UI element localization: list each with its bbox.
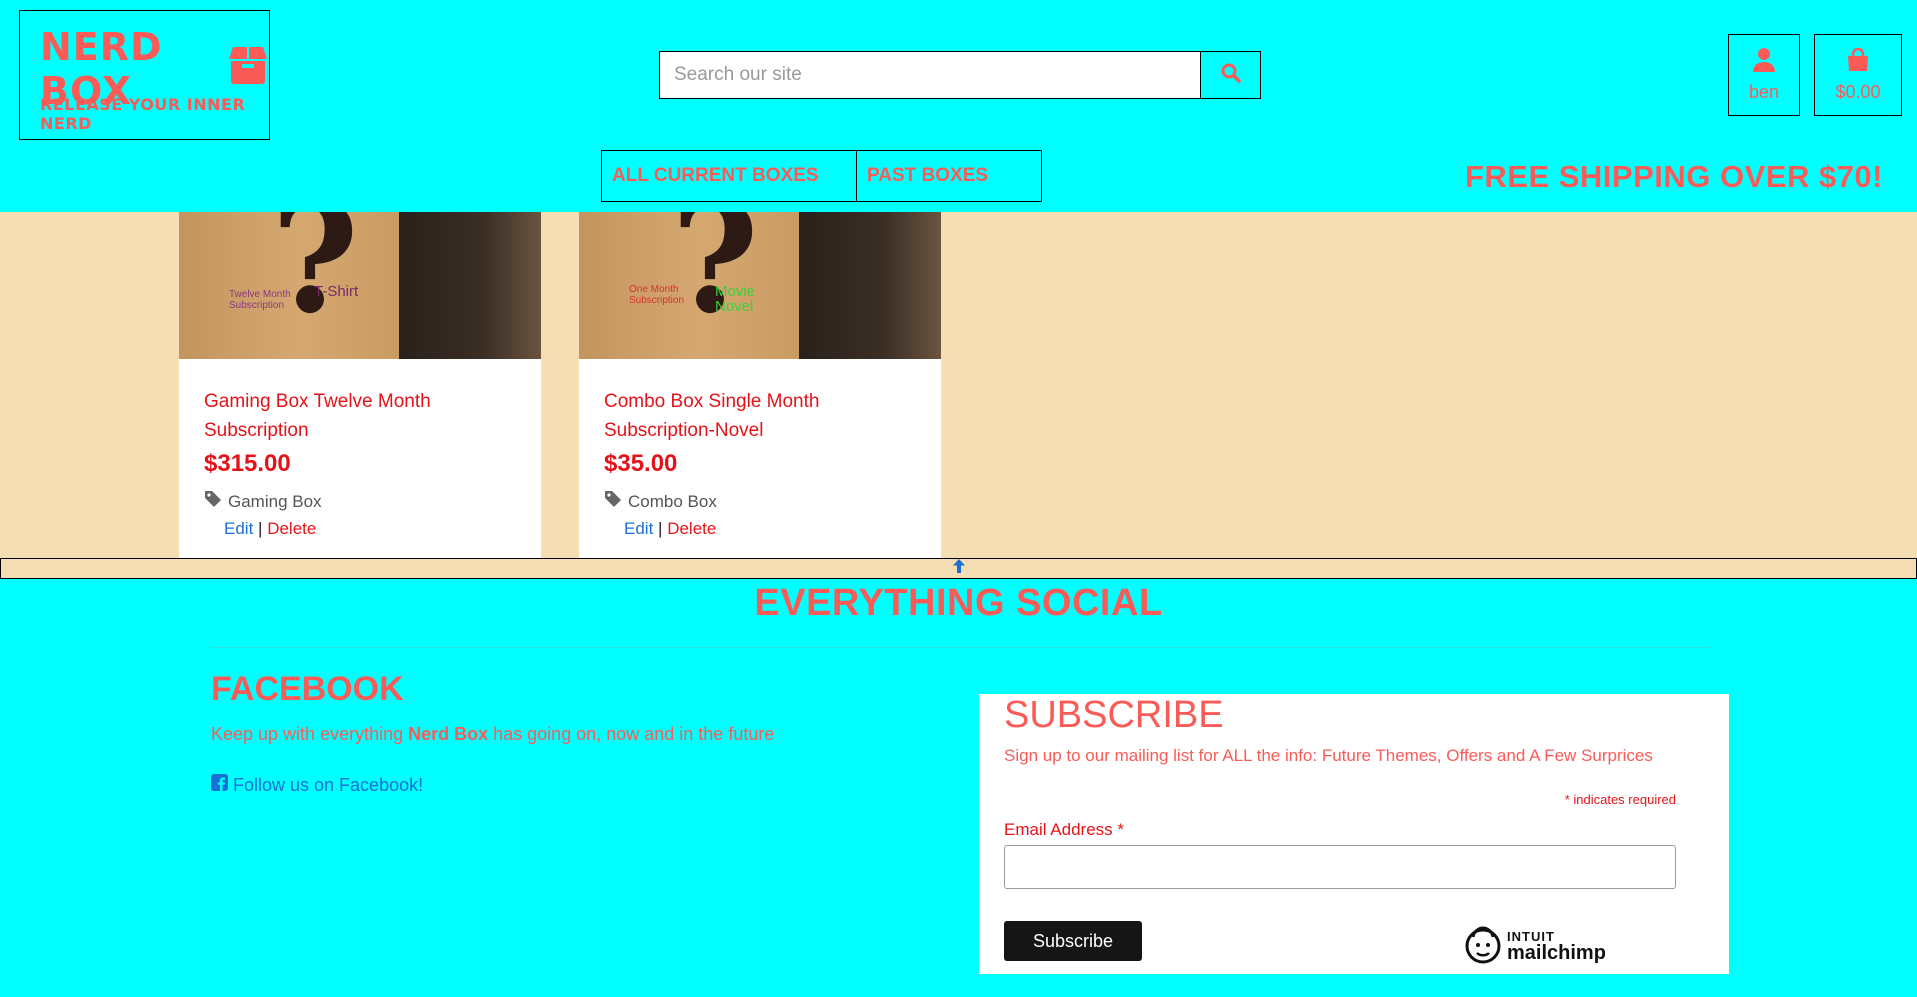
edit-link[interactable]: Edit [624, 519, 653, 538]
action-separator: | [258, 519, 263, 538]
cart-button[interactable]: $0.00 [1814, 34, 1902, 116]
product-category[interactable]: Gaming Box [204, 490, 516, 513]
product-list: ? Twelve Month Subscription T-Shirt Gami… [0, 212, 1917, 558]
delete-link[interactable]: Delete [267, 519, 316, 538]
product-image-shadow [799, 212, 941, 359]
account-username: ben [1748, 82, 1780, 102]
facebook-text-after: has going on, now and in the future [488, 724, 775, 744]
free-shipping-banner: FREE SHIPPING OVER $70! [1464, 159, 1883, 194]
product-image-small-text: One Month Subscription [629, 284, 685, 306]
site-header: NERD BOX RELEASE YOUR INNER NERD ben $0.… [0, 0, 1917, 212]
product-image-large-text: T-Shirt [314, 283, 359, 300]
product-image-question-mark: ? [271, 212, 359, 347]
product-title[interactable]: Combo Box Single Month Subscription-Nove… [604, 387, 916, 447]
mailchimp-wordmark: INTUIT mailchimp [1507, 930, 1606, 963]
product-title[interactable]: Gaming Box Twelve Month Subscription [204, 387, 516, 447]
email-field[interactable] [1004, 845, 1676, 889]
user-icon [1751, 47, 1777, 82]
mailchimp-icon [1464, 923, 1502, 970]
subscribe-form: SUBSCRIBE Sign up to our mailing list fo… [979, 694, 1729, 974]
facebook-text-before: Keep up with everything [211, 724, 409, 744]
product-card: ? One Month Subscription Movie Novel Com… [579, 212, 941, 558]
subscribe-button[interactable]: Subscribe [1004, 921, 1142, 961]
product-image[interactable]: ? One Month Subscription Movie Novel [579, 212, 941, 359]
product-image-shadow [399, 212, 541, 359]
product-category[interactable]: Combo Box [604, 490, 916, 513]
required-indicator: * indicates required [1565, 792, 1676, 807]
product-admin-actions: Edit | Delete [604, 519, 916, 539]
facebook-description: Keep up with everything Nerd Box has goi… [211, 724, 774, 745]
mailchimp-line2: mailchimp [1507, 942, 1606, 964]
product-image-question-mark: ? [671, 212, 759, 347]
facebook-follow-text: Follow us on Facebook! [233, 774, 424, 795]
product-image-large-text: Movie Novel [715, 283, 756, 315]
product-category-label: Gaming Box [228, 491, 322, 511]
search-button[interactable] [1200, 51, 1261, 99]
arrow-up-icon [951, 558, 967, 579]
tag-icon [204, 490, 222, 513]
facebook-icon [211, 774, 228, 796]
nav-past-boxes[interactable]: PAST BOXES [857, 150, 1042, 202]
search-form [659, 51, 1261, 99]
action-separator: | [658, 519, 663, 538]
required-note: indicates required [1569, 792, 1676, 807]
product-admin-actions: Edit | Delete [204, 519, 516, 539]
edit-link[interactable]: Edit [224, 519, 253, 538]
email-label: Email Address * [1004, 820, 1124, 840]
cart-total: $0.00 [1835, 82, 1881, 102]
facebook-follow-link[interactable]: Follow us on Facebook! [211, 774, 423, 796]
mailchimp-badge[interactable]: INTUIT mailchimp [1464, 923, 1606, 970]
email-label-text: Email Address [1004, 820, 1118, 839]
shopping-bag-icon [1845, 47, 1871, 82]
product-price: $315.00 [204, 450, 291, 477]
site-logo[interactable]: NERD BOX RELEASE YOUR INNER NERD [19, 10, 270, 140]
tag-icon [604, 490, 622, 513]
subscribe-description: Sign up to our mailing list for ALL the … [1004, 746, 1653, 765]
delete-link[interactable]: Delete [667, 519, 716, 538]
search-icon [1221, 63, 1241, 88]
logo-tagline: RELEASE YOUR INNER NERD [40, 95, 246, 133]
product-image[interactable]: ? Twelve Month Subscription T-Shirt [179, 212, 541, 359]
product-price: $35.00 [604, 450, 678, 477]
facebook-text-brand: Nerd Box [408, 724, 489, 744]
product-category-label: Combo Box [628, 491, 717, 511]
search-input[interactable] [659, 51, 1200, 99]
product-card: ? Twelve Month Subscription T-Shirt Gami… [179, 212, 541, 558]
subscribe-heading: SUBSCRIBE [1004, 694, 1224, 736]
main-nav: ALL CURRENT BOXES PAST BOXES [601, 150, 1042, 202]
box-icon [227, 44, 269, 95]
social-section-title: EVERYTHING SOCIAL [754, 582, 1163, 624]
facebook-heading: FACEBOOK [211, 670, 404, 708]
footer-divider [211, 647, 1709, 648]
product-image-small-text: Twelve Month Subscription [229, 289, 291, 311]
email-required-star: * [1117, 820, 1125, 839]
back-to-top-bar[interactable] [0, 558, 1917, 579]
my-account-button[interactable]: ben [1728, 34, 1800, 116]
nav-all-current-boxes[interactable]: ALL CURRENT BOXES [601, 150, 857, 202]
